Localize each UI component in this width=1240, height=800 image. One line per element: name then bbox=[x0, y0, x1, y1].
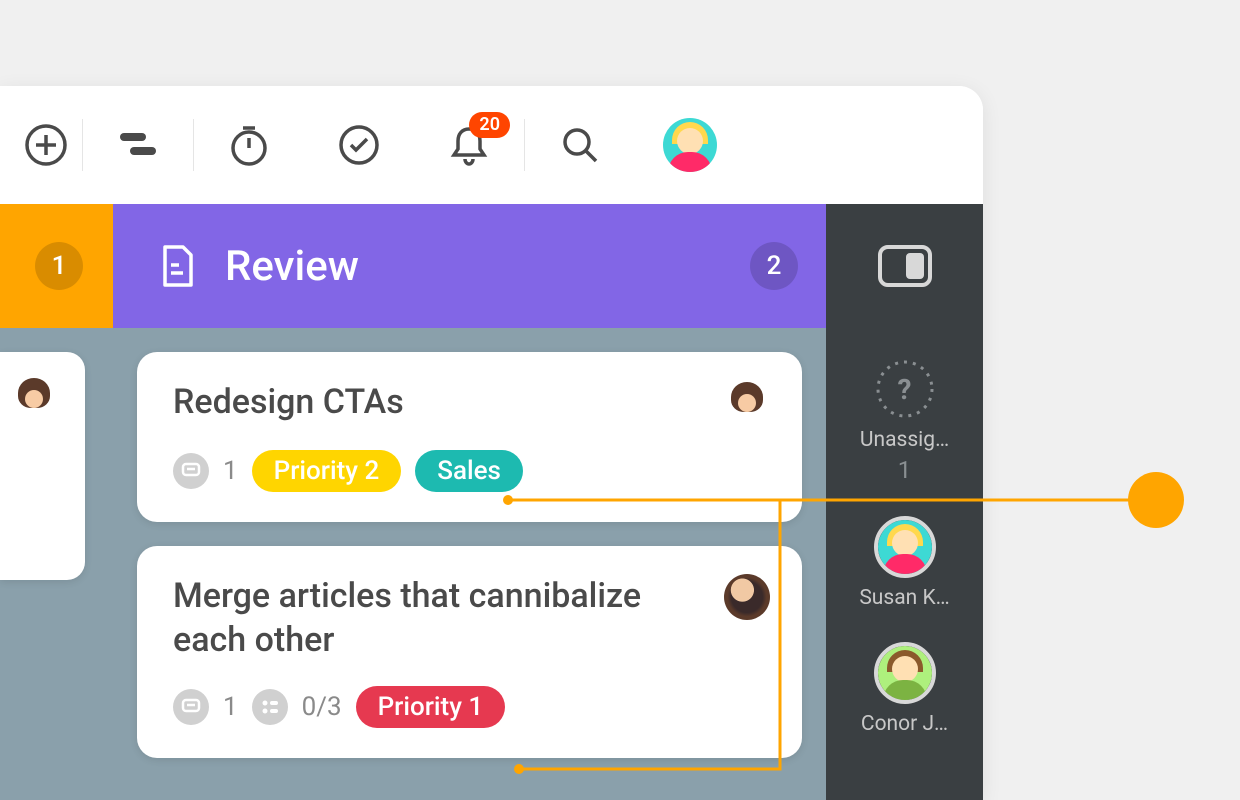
gantt-icon bbox=[116, 129, 160, 161]
plus-circle-icon bbox=[24, 123, 68, 167]
subtasks-count: 0/3 bbox=[302, 692, 342, 722]
annotation-marker bbox=[1128, 472, 1184, 528]
timer-button[interactable] bbox=[226, 122, 272, 168]
sidebar-filter-user[interactable]: Susan K… bbox=[826, 516, 983, 610]
comments-count: 1 bbox=[223, 692, 238, 722]
column-count: 1 bbox=[35, 242, 83, 290]
document-icon bbox=[157, 243, 197, 289]
tag-category[interactable]: Sales bbox=[415, 450, 523, 492]
assignee-sidebar: ? Unassig… 1 Susan K… Conor J… bbox=[826, 204, 983, 800]
board-column-review: Review 2 Redesign CTAs 1 Priority 2 bbox=[113, 204, 826, 800]
subtasks-icon bbox=[252, 689, 288, 725]
sidebar-filter-unassigned[interactable]: ? Unassig… 1 bbox=[826, 358, 983, 484]
unassigned-icon: ? bbox=[874, 358, 936, 420]
stopwatch-icon bbox=[227, 123, 271, 167]
search-icon bbox=[560, 125, 600, 165]
column-title: Review bbox=[225, 242, 750, 291]
column-header-previous[interactable]: 1 bbox=[0, 204, 113, 328]
notifications-badge: 20 bbox=[469, 112, 510, 138]
board-view-toggle[interactable] bbox=[878, 245, 932, 287]
board: 1 Review 2 Rede bbox=[0, 204, 983, 800]
current-user-avatar[interactable] bbox=[663, 118, 717, 172]
comments-icon bbox=[173, 689, 209, 725]
search-button[interactable] bbox=[557, 122, 603, 168]
add-button[interactable] bbox=[23, 122, 69, 168]
card-meta: 1 0/3 Priority 1 bbox=[173, 686, 770, 728]
task-card[interactable]: Merge articles that cannibalize each oth… bbox=[137, 546, 802, 758]
board-column-previous: 1 bbox=[0, 204, 113, 800]
card-partial[interactable] bbox=[0, 352, 85, 580]
sidebar-user-label: Unassig… bbox=[860, 428, 949, 452]
sidebar-user-label: Conor J… bbox=[861, 712, 948, 736]
tag-priority[interactable]: Priority 1 bbox=[356, 686, 506, 728]
assignee-avatar bbox=[12, 376, 56, 420]
assignee-avatar[interactable] bbox=[724, 380, 770, 426]
column-count: 2 bbox=[750, 242, 798, 290]
comments-icon bbox=[173, 453, 209, 489]
user-avatar bbox=[874, 642, 936, 704]
sidebar-filter-user[interactable]: Conor J… bbox=[826, 642, 983, 736]
tag-priority[interactable]: Priority 2 bbox=[252, 450, 402, 492]
card-meta: 1 Priority 2 Sales bbox=[173, 450, 770, 492]
tasks-button[interactable] bbox=[336, 122, 382, 168]
sidebar-user-count: 1 bbox=[898, 456, 912, 484]
comments-count: 1 bbox=[223, 456, 238, 486]
sidebar-user-label: Susan K… bbox=[859, 586, 949, 610]
task-card[interactable]: Redesign CTAs 1 Priority 2 Sales bbox=[137, 352, 802, 522]
user-avatar bbox=[874, 516, 936, 578]
assignee-avatar[interactable] bbox=[724, 574, 770, 620]
card-title: Merge articles that cannibalize each oth… bbox=[173, 574, 708, 662]
timeline-button[interactable] bbox=[115, 122, 161, 168]
app-window: 20 1 bbox=[0, 86, 983, 800]
card-title: Redesign CTAs bbox=[173, 380, 708, 424]
column-body: Redesign CTAs 1 Priority 2 Sales bbox=[113, 328, 826, 800]
column-header-review[interactable]: Review 2 bbox=[113, 204, 826, 328]
top-toolbar: 20 bbox=[0, 86, 983, 204]
check-circle-icon bbox=[337, 123, 381, 167]
sidebar-view-area bbox=[826, 204, 983, 328]
